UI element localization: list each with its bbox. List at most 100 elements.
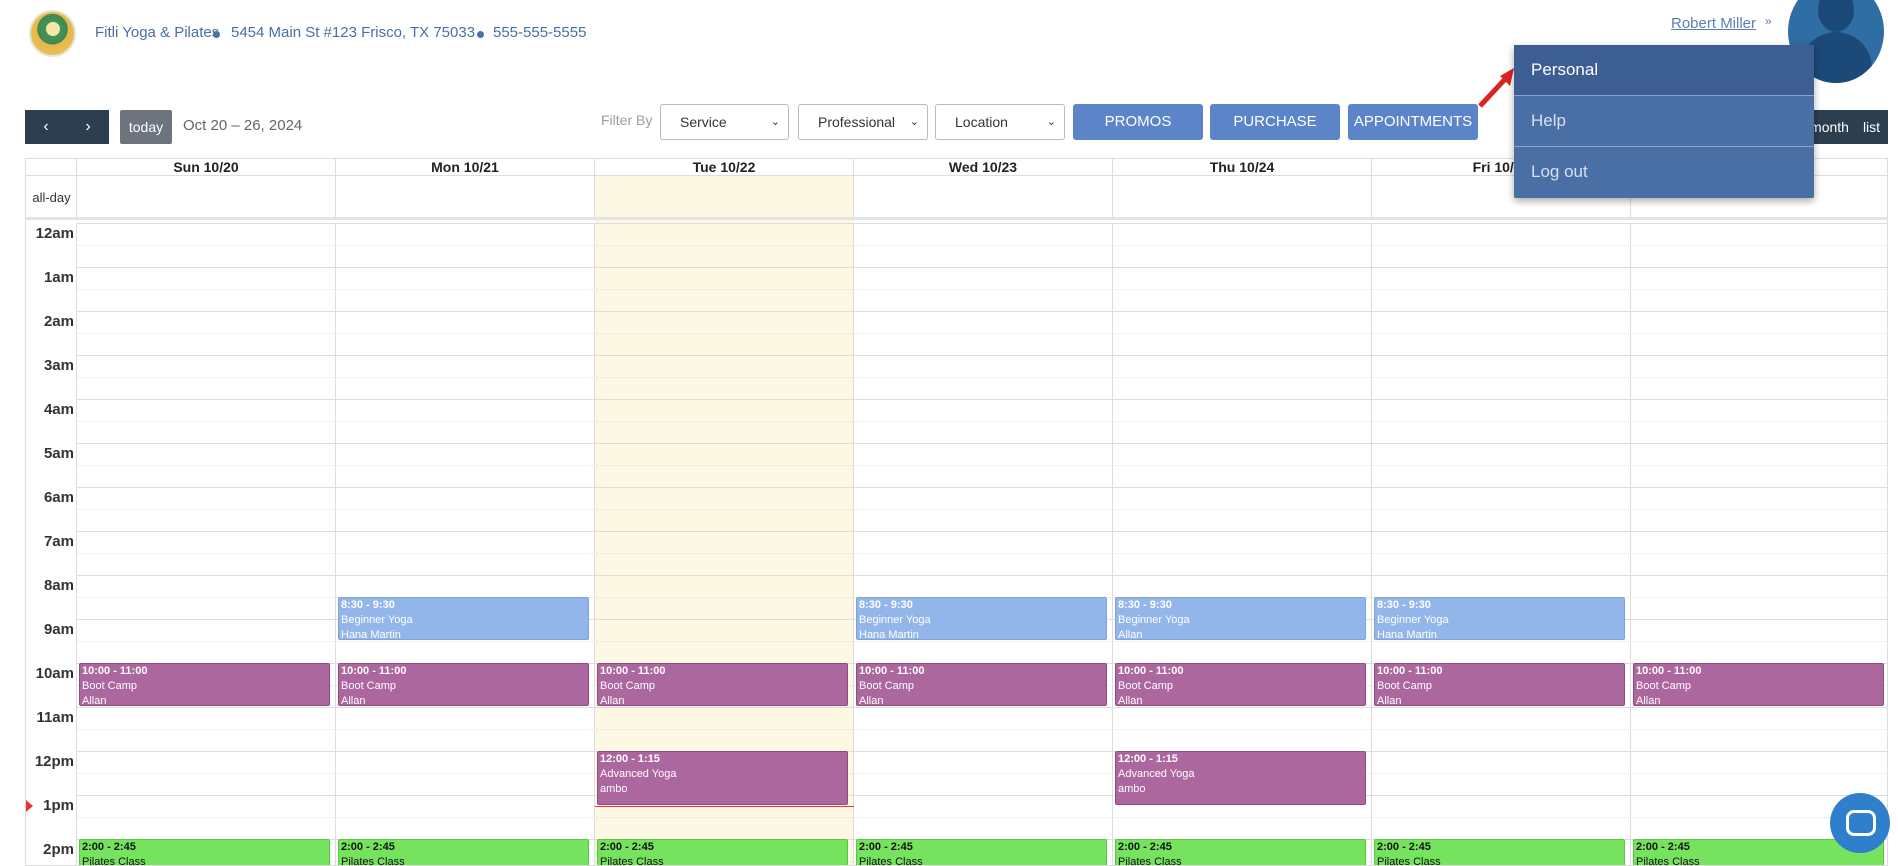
calendar-event[interactable]: 10:00 - 11:00 Boot Camp Allan [1115, 663, 1366, 706]
event-who: Allan [341, 695, 366, 706]
hour-line [77, 707, 1887, 708]
calendar-event[interactable]: 8:30 - 9:30 Beginner Yoga Allan [1115, 597, 1366, 640]
half-hour-line [77, 509, 1887, 510]
event-title: Boot Camp [600, 680, 656, 692]
calendar-event[interactable]: 10:00 - 11:00 Boot Camp Allan [1374, 663, 1625, 706]
service-select[interactable]: Service ⌄ [660, 104, 789, 140]
hour-line [77, 795, 1887, 796]
calendar-event[interactable]: 10:00 - 11:00 Boot Camp Allan [597, 663, 848, 706]
hour-line [77, 399, 1887, 400]
event-who: Hana Martin [341, 629, 401, 640]
appointments-button[interactable]: APPOINTMENTS [1348, 104, 1478, 140]
hour-line [77, 751, 1887, 752]
all-day-cell[interactable] [336, 176, 595, 220]
event-time: 10:00 - 11:00 [1636, 665, 1702, 677]
chat-icon[interactable] [1830, 793, 1890, 853]
menu-item-personal[interactable]: Personal [1514, 45, 1814, 95]
professional-select[interactable]: Professional ⌄ [798, 104, 928, 140]
event-title: Boot Camp [1118, 680, 1174, 692]
event-time: 2:00 - 2:45 [1377, 841, 1431, 853]
half-hour-line [77, 465, 1887, 466]
day-header[interactable]: Wed 10/23 [854, 159, 1113, 176]
calendar-event[interactable]: 8:30 - 9:30 Beginner Yoga Hana Martin [1374, 597, 1625, 640]
half-hour-line [77, 245, 1887, 246]
event-who: ambo [600, 783, 628, 795]
event-title: Pilates Class [341, 856, 405, 866]
red-arrow-annotation [1478, 68, 1514, 108]
location-select[interactable]: Location ⌄ [935, 104, 1065, 140]
view-list-button[interactable]: list [1855, 110, 1888, 144]
calendar-event[interactable]: 10:00 - 11:00 Boot Camp Allan [338, 663, 589, 706]
day-header[interactable]: Thu 10/24 [1113, 159, 1372, 176]
calendar-event[interactable]: 12:00 - 1:15 Advanced Yoga ambo [597, 751, 848, 805]
calendar-event[interactable]: 2:00 - 2:45 Pilates Class [856, 839, 1107, 865]
event-who: Allan [1636, 695, 1661, 706]
event-time: 8:30 - 9:30 [341, 599, 395, 611]
event-title: Boot Camp [859, 680, 915, 692]
next-button[interactable]: › [67, 110, 109, 144]
event-title: Pilates Class [600, 856, 664, 866]
calendar-event[interactable]: 10:00 - 11:00 Boot Camp Allan [79, 663, 330, 706]
event-who: ambo [1118, 783, 1146, 795]
time-label: 3am [43, 357, 74, 374]
calendar-event[interactable]: 2:00 - 2:45 Pilates Class [79, 839, 330, 865]
business-logo[interactable] [29, 10, 76, 57]
event-time: 10:00 - 11:00 [1118, 665, 1184, 677]
time-label: 8am [43, 577, 74, 594]
calendar-event[interactable]: 10:00 - 11:00 Boot Camp Allan [856, 663, 1107, 706]
calendar-event[interactable]: 12:00 - 1:15 Advanced Yoga ambo [1115, 751, 1366, 805]
time-label: 9am [43, 621, 74, 638]
event-time: 8:30 - 9:30 [1118, 599, 1172, 611]
time-label: 2pm [43, 841, 74, 858]
menu-item-logout[interactable]: Log out [1514, 147, 1814, 197]
hour-line [77, 355, 1887, 356]
time-label: 7am [43, 533, 74, 550]
hour-line [77, 311, 1887, 312]
half-hour-line [77, 289, 1887, 290]
purchase-button[interactable]: PURCHASE [1210, 104, 1340, 140]
today-button[interactable]: today [120, 110, 172, 144]
calendar-event[interactable]: 8:30 - 9:30 Beginner Yoga Hana Martin [338, 597, 589, 640]
chevron-down-icon[interactable]: » [1765, 14, 1772, 28]
event-title: Boot Camp [341, 680, 397, 692]
time-label: 5am [43, 445, 74, 462]
day-header[interactable]: Mon 10/21 [336, 159, 595, 176]
promos-button[interactable]: PROMOS [1073, 104, 1203, 140]
event-who: Allan [82, 695, 107, 706]
user-name-link[interactable]: Robert Miller [1671, 15, 1756, 32]
event-time: 2:00 - 2:45 [600, 841, 654, 853]
event-title: Pilates Class [1377, 856, 1441, 866]
event-time: 8:30 - 9:30 [859, 599, 913, 611]
calendar-event[interactable]: 2:00 - 2:45 Pilates Class [1374, 839, 1625, 866]
hour-line [77, 223, 1887, 224]
hour-line [77, 267, 1887, 268]
calendar-event[interactable]: 8:30 - 9:30 Beginner Yoga Hana Martin [856, 597, 1107, 640]
column-divider [853, 223, 854, 865]
all-day-cell[interactable] [77, 176, 336, 220]
time-label: 11am [36, 709, 74, 726]
chevron-down-icon: ⌄ [1046, 116, 1056, 128]
calendar-event[interactable]: 2:00 - 2:45 Pilates Class [1115, 839, 1366, 865]
day-header[interactable]: Sun 10/20 [77, 159, 336, 176]
day-header[interactable]: Tue 10/22 [595, 159, 854, 176]
column-divider [1630, 223, 1631, 865]
calendar-event[interactable]: 2:00 - 2:45 Pilates Class [597, 839, 848, 866]
calendar-event[interactable]: 10:00 - 11:00 Boot Camp Allan [1633, 663, 1884, 706]
week-calendar: all-day 12am 1am 2am 3am 4am 5am 6am 7am 8am 9am 1… [25, 158, 1888, 866]
all-day-cell[interactable] [1113, 176, 1372, 220]
event-time: 2:00 - 2:45 [1118, 841, 1172, 853]
prev-button[interactable]: ‹ [25, 110, 67, 144]
column-divider [1371, 223, 1372, 865]
event-title: Advanced Yoga [600, 768, 677, 780]
user-dropdown-menu: Personal Help Log out [1514, 45, 1814, 198]
event-title: Beginner Yoga [1118, 614, 1190, 626]
calendar-event[interactable]: 2:00 - 2:45 Pilates Class [338, 839, 589, 866]
column-divider [1112, 223, 1113, 865]
event-title: Beginner Yoga [1377, 614, 1449, 626]
event-time: 10:00 - 11:00 [82, 665, 148, 677]
menu-item-help[interactable]: Help [1514, 96, 1814, 146]
all-day-cell[interactable] [854, 176, 1113, 220]
filter-label: Filter By [601, 112, 653, 128]
all-day-cell[interactable] [595, 176, 854, 220]
event-who: Allan [859, 695, 884, 706]
